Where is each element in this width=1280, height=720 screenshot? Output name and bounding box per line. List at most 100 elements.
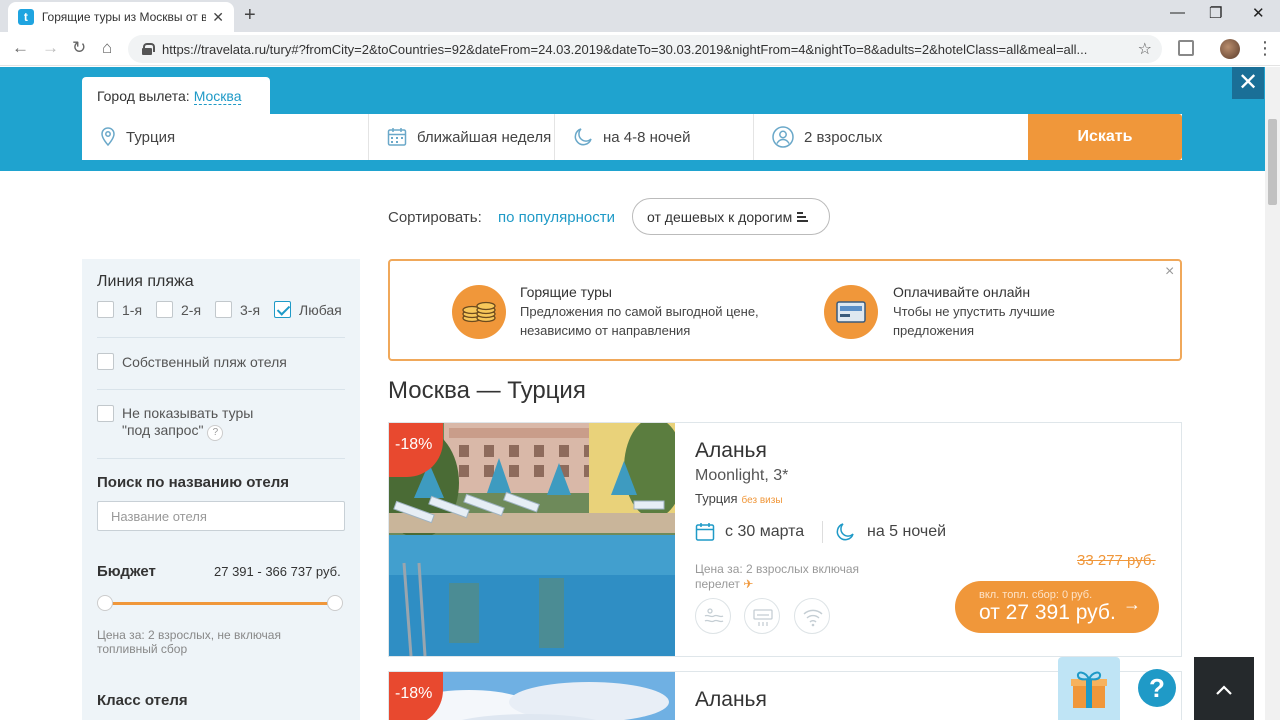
bookmark-star-icon[interactable]: ☆ <box>1138 39 1152 59</box>
forward-icon[interactable]: → <box>42 38 59 58</box>
arrow-right-icon: → <box>1123 594 1141 614</box>
tab-close-icon[interactable]: ✕ <box>212 9 224 26</box>
divider <box>97 458 345 459</box>
gift-icon <box>1071 671 1107 708</box>
browser-toolbar: ← → ↻ ⌂ https://travelata.ru/tury#?fromC… <box>0 32 1280 66</box>
promo-hot-tours-title: Горящие туры <box>520 284 612 300</box>
destination-field[interactable]: Турция <box>82 114 369 160</box>
visa-badge: без визы <box>741 495 783 506</box>
help-hint-icon[interactable]: ? <box>207 425 224 441</box>
sort-price-button[interactable]: от дешевых к дорогим <box>632 198 830 235</box>
budget-title: Бюджет <box>97 563 156 580</box>
hotel-name-input[interactable] <box>97 501 345 531</box>
moon-icon <box>836 523 854 541</box>
checkbox-box <box>97 301 114 318</box>
budget-slider-track[interactable] <box>105 602 335 605</box>
checkbox-box <box>215 301 232 318</box>
filters-sidebar: Линия пляжа 1-я 2-я 3-я Любая Собственны… <box>82 259 360 720</box>
checkbox-box-checked <box>274 301 291 318</box>
price-note-line2: перелет <box>695 577 740 591</box>
wifi-icon <box>794 598 830 634</box>
checkbox-label: Не показывать туры <box>122 405 254 421</box>
close-icon[interactable]: ✕ <box>1232 67 1264 99</box>
person-icon <box>772 126 794 148</box>
browser-tab[interactable]: t Горящие туры из Москвы от вс ✕ <box>8 2 234 32</box>
divider <box>97 389 345 390</box>
calendar-icon <box>695 523 715 541</box>
price-button[interactable]: вкл. топл. сбор: 0 руб. от 27 391 руб. → <box>955 581 1159 633</box>
search-button[interactable]: Искать <box>1028 114 1182 160</box>
nights-field[interactable]: на 4-8 ночей <box>555 114 754 160</box>
tour-date: с 30 марта <box>695 522 804 542</box>
sort-popularity-link[interactable]: по популярности <box>498 209 615 226</box>
promo-hot-tours-text: Предложения по самой выгодной цене, неза… <box>520 304 759 338</box>
sort-price-label: от дешевых к дорогим <box>647 208 793 225</box>
checkbox-box <box>97 405 114 422</box>
reload-icon[interactable]: ↻ <box>72 38 86 58</box>
browser-menu-icon[interactable]: ⋮ <box>1256 38 1274 58</box>
hotel-city: Аланья <box>695 688 767 711</box>
plane-icon: ✈ <box>743 577 754 591</box>
results-title: Москва — Турция <box>388 377 586 404</box>
page-content: Город вылета: Москва ✕ Турция ближайшая … <box>0 67 1265 720</box>
tour-date-value: с 30 марта <box>725 523 805 540</box>
departure-city-link[interactable]: Москва <box>193 88 242 105</box>
browser-tabstrip: t Горящие туры из Москвы от вс ✕ + — ❐ ✕ <box>0 0 1280 32</box>
checkbox-label: Любая <box>299 301 342 318</box>
air-conditioner-icon <box>744 598 780 634</box>
budget-slider-min-handle[interactable] <box>97 595 113 611</box>
tour-nights: на 5 ночей <box>835 522 946 542</box>
chevron-up-icon <box>1216 685 1232 695</box>
coins-icon <box>452 285 506 339</box>
search-form: Турция ближайшая неделя на 4-8 ночей 2 в… <box>82 114 1182 160</box>
hotel-photo[interactable]: -18% <box>389 423 675 656</box>
extension-icon[interactable] <box>1178 40 1194 56</box>
profile-avatar[interactable] <box>1220 39 1240 59</box>
checkbox-box <box>156 301 173 318</box>
tour-nights-value: на 5 ночей <box>867 523 947 540</box>
credit-card-icon <box>824 285 878 339</box>
budget-note: Цена за: 2 взрослых, не включая топливны… <box>97 628 281 656</box>
pool-amenity-icon <box>695 598 731 634</box>
new-tab-icon[interactable]: + <box>244 4 256 27</box>
checkbox-label: Собственный пляж отеля <box>122 353 287 370</box>
window-close-icon[interactable]: ✕ <box>1252 4 1265 22</box>
own-beach-checkbox[interactable]: Собственный пляж отеля <box>97 353 287 370</box>
old-price: 33 277 руб. <box>1077 552 1156 569</box>
gift-button[interactable] <box>1058 657 1120 720</box>
hotel-card[interactable]: -18% Аланья Moonlight, 3* Турция без визы… <box>388 422 1182 657</box>
restore-icon[interactable]: ❐ <box>1209 4 1222 22</box>
checkbox-label: 3-я <box>240 301 261 318</box>
tourists-field[interactable]: 2 взрослых <box>754 114 1028 160</box>
checkbox-box <box>97 353 114 370</box>
dates-field[interactable]: ближайшая неделя <box>369 114 555 160</box>
beach-line-3-checkbox[interactable]: 3-я <box>215 301 260 318</box>
scrollbar-thumb[interactable] <box>1268 119 1277 205</box>
tab-title: Горящие туры из Москвы от вс <box>41 10 207 24</box>
moon-icon <box>574 128 592 146</box>
beach-line-1-checkbox[interactable]: 1-я <box>97 301 142 318</box>
destination-value: Турция <box>126 128 176 146</box>
hotel-photo[interactable]: -18% <box>389 672 675 720</box>
minimize-icon[interactable]: — <box>1170 4 1185 21</box>
home-icon[interactable]: ⌂ <box>102 38 112 58</box>
page-scrollbar[interactable] <box>1265 67 1280 720</box>
checkbox-label: 2-я <box>181 301 202 318</box>
back-icon[interactable]: ← <box>12 38 29 58</box>
help-question-icon[interactable]: ? <box>1138 669 1176 707</box>
hide-on-request-checkbox[interactable]: Не показывать туры "под запрос"? <box>97 405 253 441</box>
dates-value: ближайшая неделя <box>417 128 552 146</box>
beach-line-any-checkbox[interactable]: Любая <box>274 301 342 318</box>
price-note-line1: Цена за: 2 взрослых включая <box>695 562 860 576</box>
budget-slider-max-handle[interactable] <box>327 595 343 611</box>
promo-close-icon[interactable]: × <box>1165 263 1174 281</box>
hotel-search-title: Поиск по названию отеля <box>97 474 289 491</box>
scroll-up-button[interactable] <box>1194 657 1254 720</box>
price-note: Цена за: 2 взрослых включая перелет ✈ <box>695 562 859 592</box>
beach-line-2-checkbox[interactable]: 2-я <box>156 301 201 318</box>
budget-range: 27 391 - 366 737 руб. <box>214 564 341 579</box>
hotel-country-name: Турция <box>695 491 738 506</box>
hotel-name[interactable]: Moonlight, 3* <box>695 467 788 485</box>
checkbox-label: "под запрос" <box>122 422 204 438</box>
address-bar[interactable]: https://travelata.ru/tury#?fromCity=2&to… <box>128 35 1162 63</box>
